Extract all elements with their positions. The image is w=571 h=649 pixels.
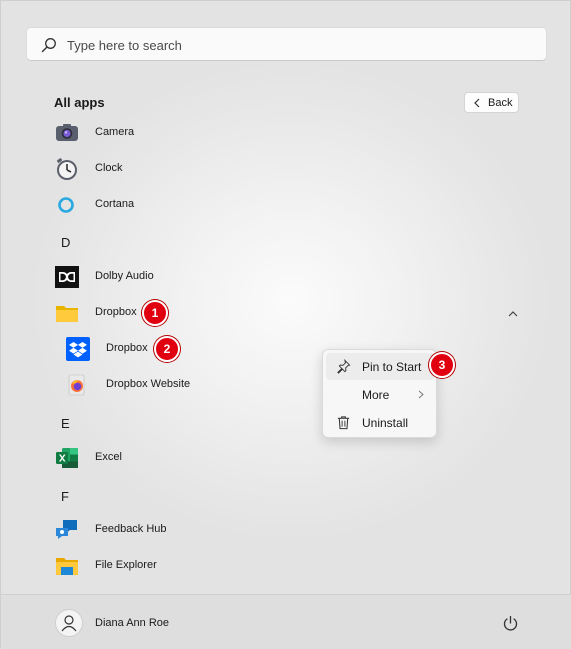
app-label: Cortana (95, 198, 135, 210)
section-letter-d[interactable]: D (61, 235, 70, 250)
app-label: File Explorer (95, 559, 157, 571)
app-item-dropbox[interactable]: Dropbox (1, 331, 571, 367)
start-menu: All apps Back Camera Clock (0, 0, 571, 649)
folder-icon (56, 306, 78, 322)
search-icon (41, 38, 56, 53)
avatar[interactable] (55, 609, 83, 637)
cortana-icon (58, 197, 74, 213)
step-badge-2: 2 (154, 336, 180, 362)
app-item-file-explorer[interactable]: File Explorer (1, 548, 571, 584)
section-letter-f[interactable]: F (61, 489, 69, 504)
clock-icon (56, 158, 77, 180)
menu-item-more[interactable]: More (326, 381, 434, 408)
back-button[interactable]: Back (464, 92, 519, 113)
all-apps-title: All apps (54, 95, 105, 110)
menu-item-uninstall[interactable]: Uninstall (326, 409, 434, 436)
dolby-icon (55, 266, 79, 288)
dropbox-icon (66, 337, 90, 361)
app-label: Camera (95, 126, 135, 138)
app-label: Clock (95, 162, 123, 174)
app-item-cortana[interactable]: Cortana (1, 187, 571, 223)
chevron-right-icon (418, 390, 424, 399)
search-box[interactable] (26, 27, 547, 62)
firefox-icon (68, 374, 85, 396)
context-menu: Pin to Start More Uninstall (322, 349, 437, 438)
power-icon[interactable] (502, 615, 519, 632)
step-badge-3: 3 (429, 352, 455, 378)
section-letter-e[interactable]: E (61, 416, 70, 431)
app-label: Dropbox (106, 342, 148, 354)
search-input[interactable] (65, 28, 539, 62)
app-item-dolby-audio[interactable]: Dolby Audio (1, 259, 571, 295)
step-badge-1: 1 (142, 300, 168, 326)
app-folder-dropbox[interactable]: Dropbox (1, 295, 571, 331)
chevron-up-icon[interactable] (507, 310, 519, 318)
app-item-excel[interactable]: Excel (1, 440, 571, 476)
menu-item-pin-to-start[interactable]: Pin to Start (326, 353, 434, 380)
pin-icon (337, 359, 351, 374)
feedback-hub-icon (56, 520, 77, 539)
app-item-camera[interactable]: Camera (1, 115, 571, 151)
app-label: Feedback Hub (95, 523, 167, 535)
excel-icon (56, 448, 78, 468)
menu-item-label: Uninstall (362, 416, 409, 430)
app-label: Dropbox Website (106, 378, 191, 390)
camera-icon (56, 124, 78, 141)
back-label: Back (488, 97, 513, 109)
app-item-feedback-hub[interactable]: Feedback Hub (1, 512, 571, 548)
app-item-dropbox-website[interactable]: Dropbox Website (1, 367, 571, 403)
app-label: Dropbox (95, 306, 137, 318)
app-label: Dolby Audio (95, 270, 154, 282)
menu-item-label: More (362, 388, 390, 402)
start-footer: Diana Ann Roe (1, 594, 571, 649)
trash-icon (337, 416, 350, 430)
menu-item-label: Pin to Start (362, 360, 422, 374)
chevron-left-icon (474, 98, 480, 108)
app-label: Excel (95, 451, 122, 463)
file-explorer-icon (56, 558, 78, 575)
user-icon (61, 615, 77, 632)
app-item-clock[interactable]: Clock (1, 151, 571, 187)
user-name[interactable]: Diana Ann Roe (95, 617, 169, 629)
